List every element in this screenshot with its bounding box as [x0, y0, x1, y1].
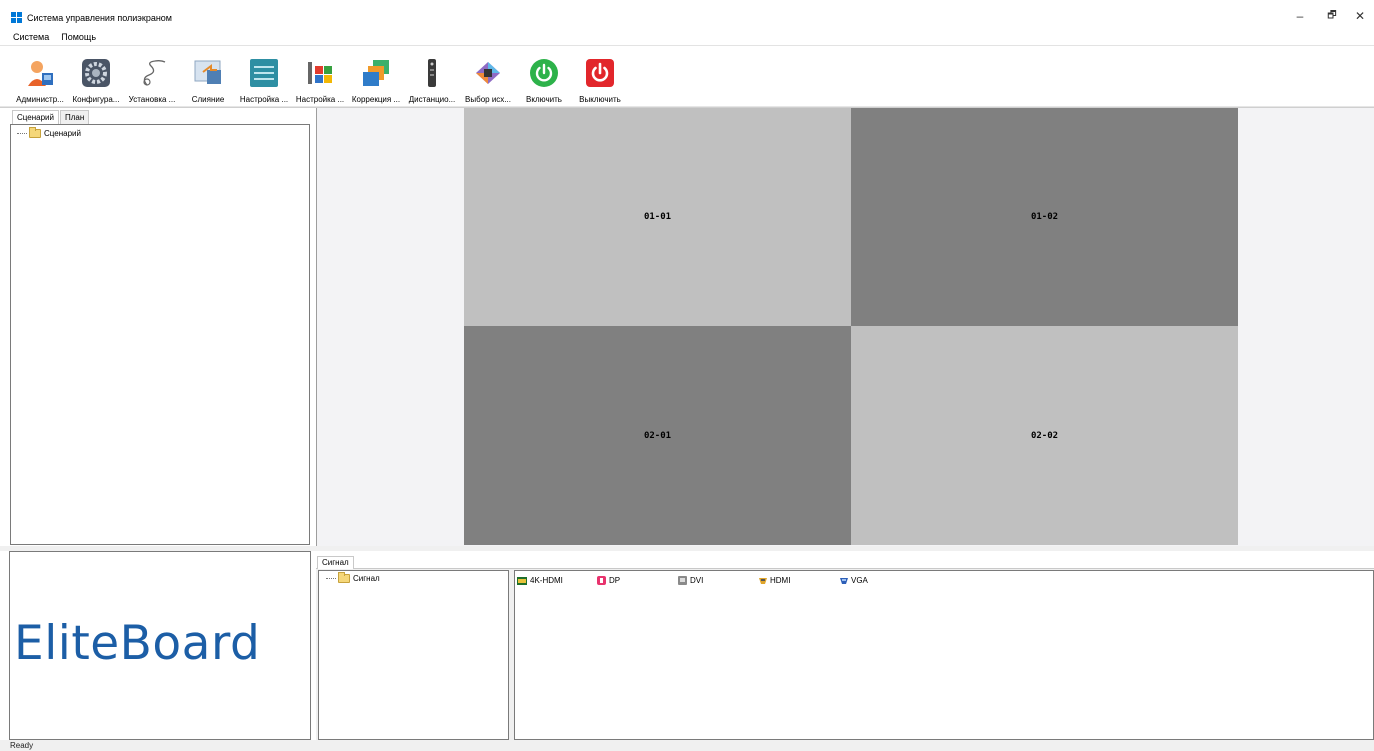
window-stack-icon: [363, 60, 389, 86]
scenario-tree-panel: Сценарий: [10, 124, 310, 545]
video-wall-canvas[interactable]: 01-01 01-02 02-01 02-02: [316, 108, 1374, 546]
screen-label: 02-02: [1030, 430, 1059, 441]
toolbar-correction-button[interactable]: Коррекция ...: [348, 52, 404, 106]
dvi-icon: [678, 576, 687, 585]
signal-label: DP: [609, 576, 621, 585]
menu-help[interactable]: Помощь: [60, 30, 97, 44]
tree-node-scenario[interactable]: Сценарий: [17, 127, 81, 138]
tab-plan[interactable]: План: [59, 110, 90, 124]
power-off-icon: [586, 59, 614, 87]
menu-divider: [0, 45, 1374, 46]
signal-item-dp[interactable]: DP: [597, 576, 620, 585]
toolbar-config-button[interactable]: Конфигура...: [68, 52, 124, 106]
tree-node-signal[interactable]: Сигнал: [326, 572, 380, 583]
sliders-icon: [250, 59, 278, 87]
wall-screen-02-02[interactable]: 02-02: [851, 326, 1238, 545]
wall-screen-01-01[interactable]: 01-01: [464, 108, 851, 326]
signal-item-dvi[interactable]: DVI: [678, 576, 703, 585]
title-bar: Система управления полиэкраном – 🗗 ✕: [0, 0, 1374, 28]
tree-node-label: Сценарий: [44, 129, 81, 138]
admin-user-icon: [28, 61, 53, 86]
tab-signal[interactable]: Сигнал: [317, 556, 354, 569]
source-select-icon: [476, 62, 500, 84]
eliteboard-logo: EliteBoard: [14, 616, 261, 671]
folder-icon: [29, 127, 41, 138]
toolbar: Администр... Конфигура... Установка ... …: [12, 52, 628, 106]
remote-control-icon: [428, 59, 436, 87]
signal-label: HDMI: [770, 576, 791, 585]
cable-icon: [143, 60, 166, 86]
minimize-button[interactable]: –: [1290, 8, 1310, 24]
tree-connector: [326, 578, 336, 579]
left-tab-strip: Сценарий План: [12, 110, 90, 124]
toolbar-merge-button[interactable]: Слияние: [180, 52, 236, 106]
tree-node-label: Сигнал: [353, 574, 380, 583]
signal-label: 4K-HDMI: [530, 576, 563, 585]
screen-label: 01-01: [643, 212, 672, 222]
signal-item-4k-hdmi[interactable]: 4K-HDMI: [517, 576, 563, 585]
wall-screen-02-01[interactable]: 02-01: [464, 326, 851, 545]
status-bar: Ready: [0, 740, 1374, 751]
toolbar-source-button[interactable]: Выбор исх...: [460, 52, 516, 106]
vga-icon: [840, 577, 848, 584]
toolbar-settings-button[interactable]: Настройка ...: [236, 52, 292, 106]
dp-icon: [597, 576, 606, 585]
status-text: Ready: [10, 741, 34, 750]
merge-screen-icon: [194, 60, 221, 84]
tree-connector: [17, 133, 27, 134]
window-title: Система управления полиэкраном: [27, 13, 172, 23]
restore-button[interactable]: 🗗: [1322, 8, 1342, 24]
tab-scenario[interactable]: Сценарий: [12, 110, 59, 124]
screen-label: 02-01: [643, 430, 672, 441]
toolbar-power-off-button[interactable]: Выключить: [572, 52, 628, 106]
signal-item-vga[interactable]: VGA: [840, 576, 868, 585]
toolbar-power-on-button[interactable]: Включить: [516, 52, 572, 106]
signal-item-hdmi[interactable]: HDMI: [759, 576, 790, 585]
app-logo-icon: [11, 12, 22, 23]
signal-tree-panel: Сигнал: [318, 570, 509, 740]
close-button[interactable]: ✕: [1350, 8, 1370, 24]
gear-icon: [82, 59, 110, 87]
color-tools-icon: [308, 62, 332, 84]
screen-label: 01-02: [1030, 212, 1059, 222]
signal-list: 4K-HDMI DP DVI HDMI VGA: [514, 570, 1374, 740]
folder-icon: [338, 572, 350, 583]
wall-screen-01-02[interactable]: 01-02: [851, 108, 1238, 326]
menu-system[interactable]: Система: [12, 30, 50, 44]
signal-label: DVI: [690, 576, 704, 585]
signal-label: VGA: [851, 576, 868, 585]
toolbar-color-settings-button[interactable]: Настройка ...: [292, 52, 348, 106]
hdmi-icon: [759, 577, 767, 584]
power-on-icon: [530, 59, 558, 87]
toolbar-install-button[interactable]: Установка ...: [124, 52, 180, 106]
logo-panel: EliteBoard: [9, 551, 311, 740]
menu-bar: Система Помощь: [12, 30, 97, 44]
toolbar-admin-button[interactable]: Администр...: [12, 52, 68, 106]
toolbar-remote-button[interactable]: Дистанцио...: [404, 52, 460, 106]
4k-hdmi-icon: [517, 576, 527, 585]
